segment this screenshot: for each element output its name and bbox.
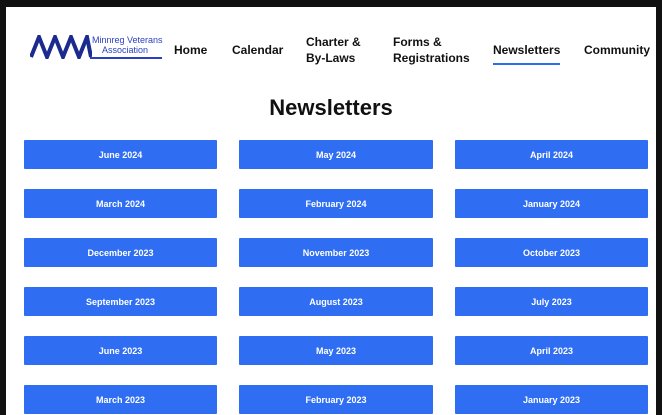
logo-underline (90, 57, 162, 59)
nav-calendar[interactable]: Calendar (232, 42, 283, 58)
newsletter-button[interactable]: November 2023 (239, 238, 433, 267)
nav-forms-line2: Registrations (393, 51, 470, 65)
newsletter-button[interactable]: May 2024 (239, 140, 433, 169)
nav-home[interactable]: Home (174, 42, 207, 58)
newsletter-button[interactable]: January 2024 (455, 189, 648, 218)
newsletter-button[interactable]: February 2023 (239, 385, 433, 414)
site-logo[interactable]: Minnreg Veterans Association (30, 35, 163, 69)
newsletter-button[interactable]: September 2023 (24, 287, 217, 316)
browser-frame: Minnreg Veterans Association Home Calend… (0, 0, 662, 415)
page-title: Newsletters (269, 95, 393, 120)
nav-charter-bylaws[interactable]: Charter & By-Laws (306, 34, 361, 66)
newsletter-button[interactable]: January 2023 (455, 385, 648, 414)
newsletter-button[interactable]: May 2023 (239, 336, 433, 365)
newsletter-button[interactable]: July 2023 (455, 287, 648, 316)
newsletter-button[interactable]: June 2023 (24, 336, 217, 365)
mva-logo-mark (30, 35, 92, 59)
newsletter-button[interactable]: April 2024 (455, 140, 648, 169)
site-header: Minnreg Veterans Association Home Calend… (6, 7, 656, 83)
active-nav-underline (493, 63, 561, 65)
nav-charter-line2: By-Laws (306, 51, 356, 65)
logo-text-line1: Minnreg Veterans (92, 35, 163, 45)
nav-newsletters[interactable]: Newsletters (493, 42, 561, 65)
nav-forms-registrations[interactable]: Forms & Registrations (393, 34, 470, 66)
logo-text-line2: Association (102, 45, 149, 55)
nav-community[interactable]: Community (584, 42, 650, 58)
nav-charter-line1: Charter & (306, 35, 361, 49)
nav-newsletters-label: Newsletters (493, 43, 561, 57)
newsletter-button[interactable]: October 2023 (455, 238, 648, 267)
newsletter-button[interactable]: April 2023 (455, 336, 648, 365)
newsletter-button[interactable]: December 2023 (24, 238, 217, 267)
nav-forms-line1: Forms & (393, 35, 442, 49)
newsletter-button[interactable]: March 2023 (24, 385, 217, 414)
newsletter-button[interactable]: June 2024 (24, 140, 217, 169)
newsletter-button[interactable]: March 2024 (24, 189, 217, 218)
newsletter-grid: June 2024 May 2024 April 2024 March 2024 Feb… (24, 140, 648, 414)
newsletter-button[interactable]: February 2024 (239, 189, 433, 218)
newsletter-button[interactable]: August 2023 (239, 287, 433, 316)
